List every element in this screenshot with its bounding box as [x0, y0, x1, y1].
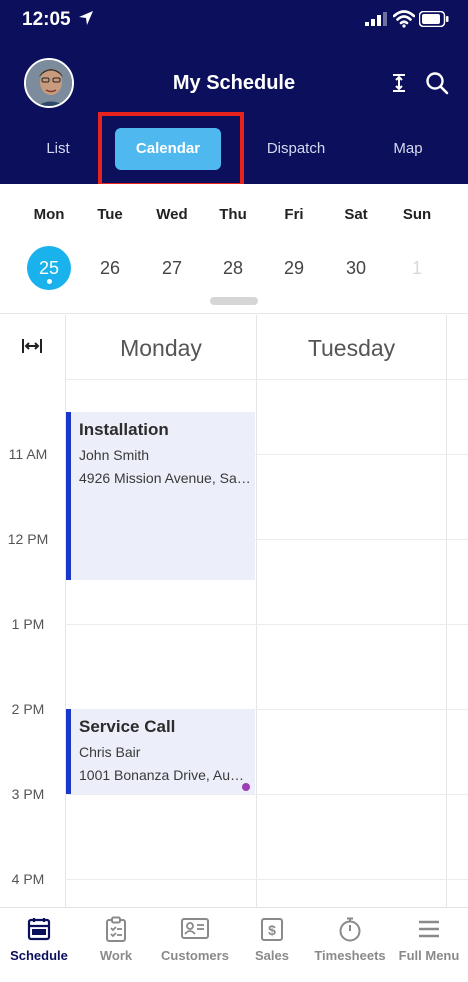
weekday-label: Wed — [156, 206, 188, 223]
location-arrow-icon — [79, 11, 93, 25]
hour-line — [65, 624, 468, 625]
nav-sales[interactable]: $ Sales — [244, 916, 300, 963]
hour-label: 2 PM — [11, 701, 45, 717]
tab-map[interactable]: Map — [368, 128, 448, 170]
week-strip: Mon Tue Wed Thu Fri Sat Sun 25 26 27 28 … — [0, 184, 468, 314]
nav-label: Work — [99, 948, 133, 963]
tab-list[interactable]: List — [18, 128, 98, 170]
hour-label: 4 PM — [11, 871, 45, 887]
day-number: 25 — [38, 258, 60, 278]
day-28[interactable]: 28 — [211, 246, 255, 290]
has-events-dot — [47, 279, 52, 284]
nav-label: Sales — [255, 948, 289, 963]
stopwatch-icon — [339, 917, 361, 942]
hamburger-icon — [419, 920, 439, 938]
nav-full-menu[interactable]: Full Menu — [394, 916, 464, 963]
weekday-label: Thu — [219, 206, 247, 223]
column-divider — [256, 315, 257, 907]
day-column-header-monday: Monday — [120, 335, 202, 361]
weekday-label: Sun — [402, 206, 432, 223]
hour-label: 1 PM — [11, 616, 45, 632]
column-divider — [65, 315, 66, 907]
nav-label: Customers — [161, 948, 229, 963]
event-card[interactable]: Service Call Chris Bair 1001 Bonanza Dri… — [66, 709, 255, 794]
nav-work[interactable]: Work — [86, 916, 146, 963]
day-1[interactable]: 1 — [395, 246, 439, 290]
expand-rows-icon[interactable] — [386, 70, 412, 96]
weekday-label: Sat — [344, 206, 368, 223]
wifi-icon — [393, 10, 415, 28]
column-divider — [446, 315, 447, 907]
day-29[interactable]: 29 — [272, 246, 316, 290]
event-title: Service Call — [79, 717, 176, 736]
event-address: 1001 Bonanza Drive, Auburn — [79, 767, 251, 783]
nav-timesheets[interactable]: Timesheets — [310, 916, 390, 963]
app-header: 12:05 My Schedule List Calendar Dispatch… — [0, 0, 468, 187]
app-screen: 12:05 My Schedule List Calendar Dispatch… — [0, 0, 468, 982]
svg-text:$: $ — [268, 922, 276, 938]
expand-columns-icon[interactable] — [21, 337, 43, 355]
weekday-label: Mon — [33, 206, 65, 223]
signal-icon — [365, 12, 387, 26]
hour-line — [65, 879, 468, 880]
hour-label: 11 AM — [8, 446, 48, 462]
highlight-box — [98, 112, 244, 187]
contact-card-icon — [181, 918, 209, 939]
weekday-label: Tue — [97, 206, 123, 223]
search-icon[interactable] — [424, 70, 450, 96]
header-divider — [65, 379, 468, 380]
day-25-selected[interactable]: 25 — [27, 246, 71, 290]
hour-line — [65, 794, 468, 795]
nav-label: Full Menu — [398, 948, 460, 963]
hour-label: 3 PM — [11, 786, 45, 802]
calendar-grid[interactable]: Monday Tuesday 11 AM 12 PM 1 PM 2 PM 3 P… — [0, 315, 468, 907]
clipboard-icon — [106, 916, 126, 942]
calendar-icon — [27, 918, 51, 941]
dollar-icon: $ — [261, 918, 283, 941]
status-bar: 12:05 — [0, 0, 468, 40]
drag-handle[interactable] — [210, 297, 258, 305]
tab-dispatch[interactable]: Dispatch — [246, 128, 346, 170]
day-26[interactable]: 26 — [88, 246, 132, 290]
nav-label: Schedule — [10, 948, 68, 963]
event-customer: John Smith — [79, 447, 150, 463]
event-title: Installation — [79, 420, 169, 439]
nav-schedule[interactable]: Schedule — [6, 916, 72, 963]
day-column-header-tuesday: Tuesday — [307, 335, 396, 361]
day-27[interactable]: 27 — [150, 246, 194, 290]
status-dot — [242, 783, 250, 791]
event-customer: Chris Bair — [79, 744, 141, 760]
nav-customers[interactable]: Customers — [156, 916, 234, 963]
nav-label: Timesheets — [314, 948, 386, 963]
weekday-label: Fri — [284, 206, 304, 223]
event-address: 4926 Mission Avenue, Sacramento — [79, 470, 251, 486]
status-time: 12:05 — [22, 9, 71, 30]
hour-label: 12 PM — [7, 531, 49, 547]
event-card[interactable]: Installation John Smith 4926 Mission Ave… — [66, 412, 255, 580]
bottom-nav: Schedule Work Customers $ Sales Timeshee… — [0, 907, 468, 982]
battery-icon — [419, 11, 449, 27]
day-30[interactable]: 30 — [334, 246, 378, 290]
